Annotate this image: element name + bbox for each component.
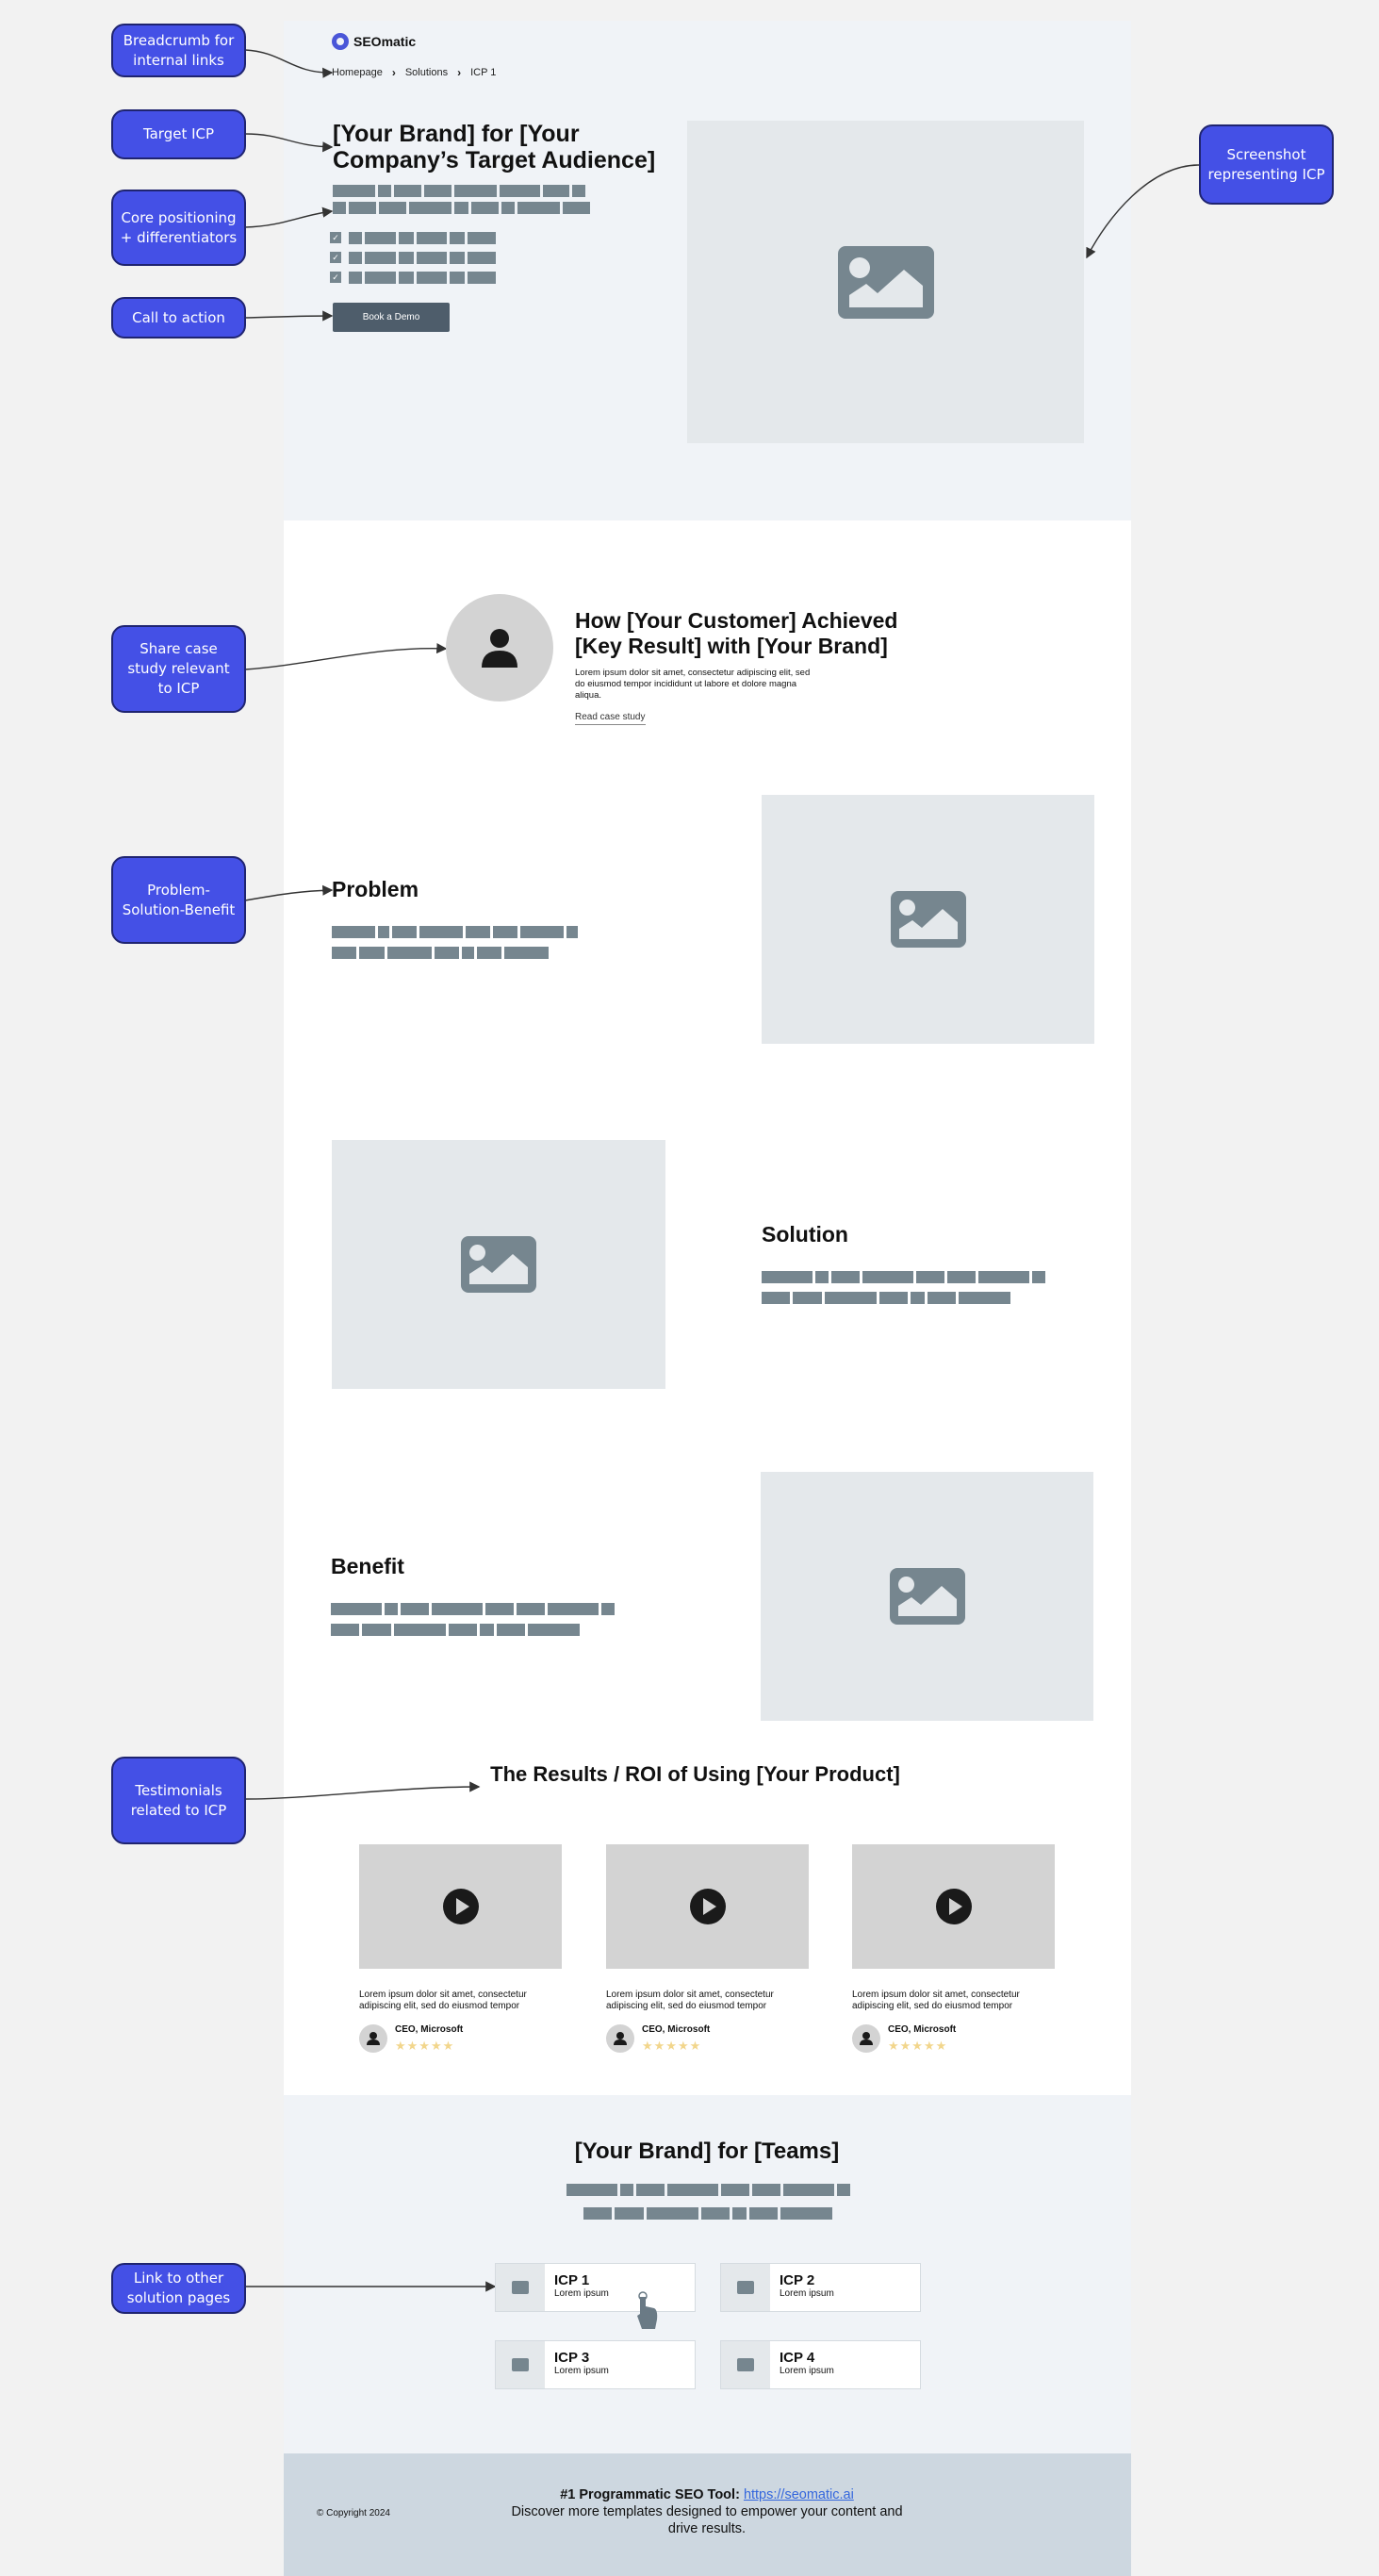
icp-card-title: ICP 1 [554, 2272, 590, 2288]
arrow-screenshot [1086, 164, 1200, 259]
icp-card[interactable]: ICP 1 Lorem ipsum [495, 2263, 696, 2312]
icp-card[interactable]: ICP 4 Lorem ipsum [720, 2340, 921, 2389]
icp-card-title: ICP 2 [780, 2272, 815, 2288]
testimonial-video[interactable] [852, 1844, 1055, 1969]
benefit-title: Benefit [331, 1554, 404, 1578]
results-title: The Results / ROI of Using [Your Product… [490, 1762, 900, 1786]
icp-card[interactable]: ICP 3 Lorem ipsum [495, 2340, 696, 2389]
star-rating: ★★★★★ [642, 2039, 702, 2053]
checkbox-icon: ✓ [330, 252, 341, 263]
checklist-item: ✓ [330, 251, 496, 264]
breadcrumb-item[interactable]: Solutions [405, 67, 448, 78]
breadcrumb: Homepage › Solutions › ICP 1 [332, 66, 496, 79]
book-demo-button[interactable]: Book a Demo [333, 303, 450, 332]
footer-tagline: #1 Programmatic SEO Tool: https://seomat… [509, 2486, 905, 2537]
hero-screenshot-placeholder [687, 121, 1084, 443]
testimonial-quote: Lorem ipsum dolor sit amet, consectetur … [606, 1990, 774, 2011]
copyright: © Copyright 2024 [317, 2508, 390, 2518]
testimonial-video[interactable] [606, 1844, 809, 1969]
star-rating: ★★★★★ [888, 2039, 948, 2053]
arrow-case-study [244, 643, 448, 670]
annotation-core-positioning: Core positioning + differentiators [111, 190, 246, 266]
image-placeholder-icon [721, 2341, 770, 2388]
case-study-title: How [Your Customer] Achieved [Key Result… [575, 608, 898, 658]
annotation-screenshot: Screenshot representing ICP [1199, 124, 1334, 205]
teams-text-placeholder [566, 2184, 850, 2220]
solution-text-placeholder [762, 1271, 1045, 1304]
read-case-study-link[interactable]: Read case study [575, 712, 646, 725]
testimonial-quote: Lorem ipsum dolor sit amet, consectetur … [359, 1990, 527, 2011]
benefit-text-placeholder [331, 1603, 615, 1636]
testimonial-video[interactable] [359, 1844, 562, 1969]
problem-text-placeholder [332, 926, 578, 959]
play-icon[interactable] [689, 1889, 726, 1924]
seomatic-logo-icon [332, 33, 349, 50]
hero-description-placeholder [333, 185, 590, 214]
arrow-core-positioning [244, 206, 334, 228]
icp-card-title: ICP 3 [554, 2350, 590, 2366]
icp-card-subtitle: Lorem ipsum [554, 2288, 609, 2299]
footer-tagline-bold: #1 Programmatic SEO Tool: [560, 2487, 740, 2502]
hero-checklist: ✓ ✓ ✓ [330, 231, 496, 284]
chevron-right-icon: › [457, 66, 462, 79]
image-placeholder-icon [496, 2341, 545, 2388]
hand-pointer-icon [637, 2291, 658, 2329]
testimonial-author: CEO, Microsoft [642, 2024, 711, 2035]
teams-title: [Your Brand] for [Teams] [574, 2138, 840, 2164]
problem-title: Problem [332, 877, 419, 901]
annotation-testimonials: Testimonials related to ICP [111, 1757, 246, 1844]
footer-description: Discover more templates designed to empo… [511, 2504, 903, 2536]
icp-card-subtitle: Lorem ipsum [780, 2288, 834, 2299]
image-placeholder-icon [496, 2264, 545, 2311]
user-icon [852, 2024, 880, 2053]
checkbox-icon: ✓ [330, 232, 341, 243]
image-placeholder-icon [890, 891, 966, 948]
testimonial-quote: Lorem ipsum dolor sit amet, consectetur … [852, 1990, 1020, 2011]
annotation-breadcrumb: Breadcrumb for internal links [111, 24, 246, 77]
annotation-cta: Call to action [111, 297, 246, 339]
user-icon [606, 2024, 634, 2053]
checkbox-icon: ✓ [330, 272, 341, 283]
icp-card[interactable]: ICP 2 Lorem ipsum [720, 2263, 921, 2312]
user-icon [482, 629, 517, 668]
testimonial-author: CEO, Microsoft [395, 2024, 464, 2035]
arrow-testimonials [244, 1781, 481, 1800]
problem-image-placeholder [762, 795, 1094, 1044]
icp-card-subtitle: Lorem ipsum [554, 2366, 609, 2376]
arrow-cta [244, 310, 334, 322]
seomatic-link[interactable]: https://seomatic.ai [744, 2487, 854, 2502]
arrow-psb [244, 884, 334, 901]
image-placeholder-icon [721, 2264, 770, 2311]
logo[interactable]: SEOmatic [332, 33, 416, 50]
play-icon[interactable] [442, 1889, 479, 1924]
annotation-psb: Problem-Solution-Benefit [111, 856, 246, 944]
checklist-item: ✓ [330, 231, 496, 244]
logo-text: SEOmatic [353, 34, 417, 49]
breadcrumb-item[interactable]: Homepage [332, 67, 383, 78]
annotation-links: Link to other solution pages [111, 2263, 246, 2314]
arrow-target-icp [244, 133, 334, 153]
checklist-item: ✓ [330, 271, 496, 284]
chevron-right-icon: › [391, 66, 396, 79]
image-placeholder-icon [837, 245, 934, 319]
annotation-target-icp: Target ICP [111, 109, 246, 159]
annotation-case-study: Share case study relevant to ICP [111, 625, 246, 713]
image-placeholder-icon [889, 1568, 965, 1625]
play-icon[interactable] [935, 1889, 972, 1924]
benefit-image-placeholder [761, 1472, 1093, 1721]
icp-card-title: ICP 4 [780, 2350, 815, 2366]
user-icon [359, 2024, 387, 2053]
testimonial-author: CEO, Microsoft [888, 2024, 957, 2035]
hero-title: [Your Brand] for [Your Company’s Target … [333, 121, 656, 173]
customer-avatar [446, 594, 553, 702]
icp-card-subtitle: Lorem ipsum [780, 2366, 834, 2376]
case-study-body: Lorem ipsum dolor sit amet, consectetur … [575, 668, 811, 701]
image-placeholder-icon [461, 1236, 536, 1293]
star-rating: ★★★★★ [395, 2039, 455, 2053]
solution-image-placeholder [332, 1140, 665, 1389]
solution-title: Solution [762, 1222, 848, 1247]
arrow-breadcrumb [244, 49, 334, 78]
breadcrumb-item[interactable]: ICP 1 [470, 67, 496, 78]
